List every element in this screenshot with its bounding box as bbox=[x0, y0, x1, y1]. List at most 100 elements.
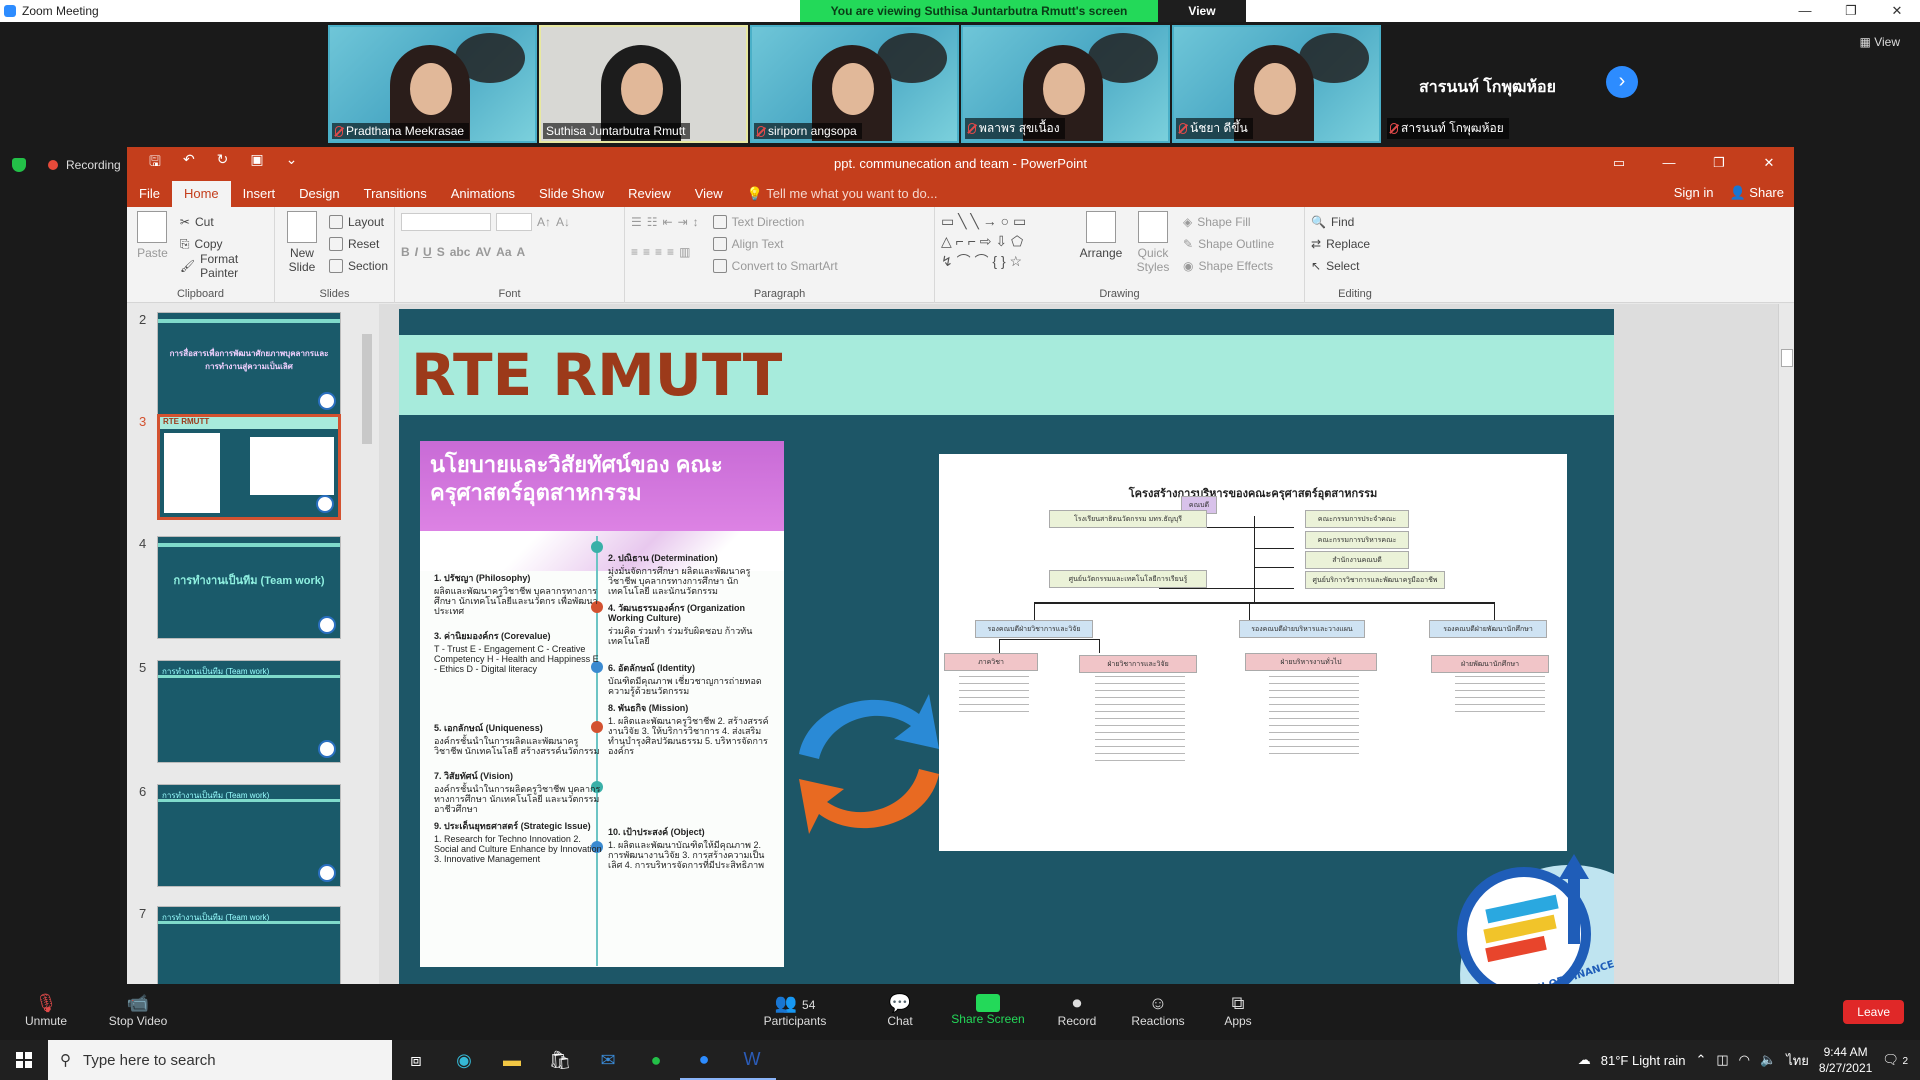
increase-font-icon[interactable]: A↑ bbox=[537, 215, 551, 229]
view-options-button[interactable]: View Options ⌄ bbox=[1158, 0, 1246, 40]
ribbon-display-icon[interactable]: ▭ bbox=[1594, 147, 1644, 179]
participant-tile-no-video[interactable]: สารนนท์ โกพุฒห้อย สารนนท์ โกพุฒห้อย bbox=[1383, 25, 1592, 143]
line-app-icon[interactable]: ● bbox=[632, 1040, 680, 1080]
store-icon[interactable]: 🛍 bbox=[536, 1040, 584, 1080]
taskbar-search[interactable]: ⚲ Type here to search bbox=[48, 1040, 392, 1080]
tab-slide-show[interactable]: Slide Show bbox=[527, 181, 616, 207]
start-button[interactable] bbox=[0, 1040, 48, 1080]
task-view-icon[interactable]: ⧈ bbox=[392, 1040, 440, 1080]
decrease-font-icon[interactable]: A↓ bbox=[556, 215, 570, 229]
select-button[interactable]: ↖ Select bbox=[1311, 255, 1399, 277]
tab-file[interactable]: File bbox=[127, 181, 172, 207]
participant-tile[interactable]: siriporn angsopa bbox=[750, 25, 959, 143]
participant-tile-active-speaker[interactable]: Suthisa Juntarbutra Rmutt bbox=[539, 25, 748, 143]
shadow-icon[interactable]: S bbox=[437, 245, 445, 259]
strikethrough-icon[interactable]: abc bbox=[450, 245, 471, 259]
shape-effects-button[interactable]: ◉ Shape Effects bbox=[1183, 255, 1274, 277]
shapes-gallery[interactable]: ▭ ╲ ╲ → ○ ▭ △ ⌐ ⌐ ⇨ ⇩ ⬠ ↯ ⌒ ⌒ { } ☆ bbox=[941, 211, 1071, 275]
section-button[interactable]: Section bbox=[328, 255, 388, 277]
font-name-box[interactable] bbox=[401, 213, 491, 231]
notification-icon[interactable]: 🗨 2 bbox=[1882, 1052, 1908, 1068]
align-text-button[interactable]: Align Text bbox=[712, 233, 838, 255]
wifi-icon[interactable]: ◠ bbox=[1739, 1052, 1750, 1068]
next-page-arrow-icon[interactable]: › bbox=[1606, 66, 1638, 98]
share-screen-button[interactable]: Share Screen bbox=[948, 992, 1028, 1026]
bold-icon[interactable]: B bbox=[401, 245, 410, 259]
minimize-icon[interactable]: — bbox=[1644, 147, 1694, 179]
apps-button[interactable]: ⧉ Apps bbox=[1198, 992, 1278, 1028]
participant-tile[interactable]: พลาพร สุขเนื้อง bbox=[961, 25, 1170, 143]
font-color-icon[interactable]: A bbox=[517, 245, 526, 259]
italic-icon[interactable]: I bbox=[415, 245, 418, 259]
tab-insert[interactable]: Insert bbox=[231, 181, 288, 207]
input-language[interactable]: ไทย bbox=[1786, 1050, 1809, 1071]
minimize-icon[interactable]: — bbox=[1782, 0, 1828, 22]
thumbnail-scrollbar[interactable] bbox=[359, 304, 375, 985]
slide-thumbnail-selected[interactable]: RTE RMUTT bbox=[157, 414, 341, 520]
restore-icon[interactable]: ❐ bbox=[1694, 147, 1744, 179]
quick-styles-button[interactable]: Quick Styles bbox=[1131, 211, 1175, 277]
font-size-box[interactable] bbox=[496, 213, 532, 231]
view-button[interactable]: ▦ View bbox=[1860, 35, 1900, 49]
network-icon[interactable]: ◫ bbox=[1716, 1052, 1728, 1068]
arrange-button[interactable]: Arrange bbox=[1079, 211, 1123, 277]
tab-view[interactable]: View bbox=[683, 181, 735, 207]
slide-thumbnail[interactable]: การสื่อสารเพื่อการพัฒนาศักยภาพบุคลากรและ… bbox=[157, 312, 341, 415]
file-explorer-icon[interactable]: ▬ bbox=[488, 1040, 536, 1080]
shape-outline-button[interactable]: ✎ Shape Outline bbox=[1183, 233, 1274, 255]
spacing-icon[interactable]: AV bbox=[475, 245, 491, 259]
layout-button[interactable]: Layout bbox=[328, 211, 388, 233]
current-slide[interactable]: RTE RMUTT นโยบายและวิสัยทัศน์ของ คณะครุศ… bbox=[399, 309, 1614, 985]
change-case-icon[interactable]: Aa bbox=[496, 245, 511, 259]
slide-thumbnail[interactable]: การทำงานเป็นทีม (Team work) bbox=[157, 660, 341, 763]
stop-video-button[interactable]: 📹 Stop Video bbox=[98, 992, 178, 1028]
leave-button[interactable]: Leave bbox=[1843, 1000, 1904, 1024]
slide-thumbnail[interactable]: การทำงานเป็นทีม (Team work) bbox=[157, 906, 341, 985]
word-app-icon[interactable]: W bbox=[728, 1040, 776, 1080]
paste-button[interactable]: Paste bbox=[133, 211, 172, 277]
unmute-button[interactable]: 🎙 Unmute bbox=[6, 992, 86, 1028]
tab-design[interactable]: Design bbox=[287, 181, 351, 207]
record-button[interactable]: ⏺ Record bbox=[1037, 992, 1117, 1028]
edge-browser-icon[interactable]: ◉ bbox=[440, 1040, 488, 1080]
participant-tile[interactable]: น้ชยา ดีขึ้น bbox=[1172, 25, 1381, 143]
speaker-icon[interactable]: 🔈 bbox=[1760, 1052, 1776, 1068]
align-row[interactable]: ≡ ≡ ≡ ≡ ▥ bbox=[631, 241, 699, 263]
restore-icon[interactable]: ❐ bbox=[1828, 0, 1874, 22]
participants-button[interactable]: 👥 54 Participants bbox=[755, 992, 835, 1028]
sign-in-link[interactable]: Sign in bbox=[1674, 179, 1714, 207]
text-direction-button[interactable]: Text Direction bbox=[712, 211, 838, 233]
participant-tile[interactable]: Pradthana Meekrasae bbox=[328, 25, 537, 143]
close-icon[interactable]: ✕ bbox=[1874, 0, 1920, 22]
weather-icon[interactable]: ☁ bbox=[1578, 1052, 1591, 1068]
tell-me-search[interactable]: 💡 Tell me what you want to do... bbox=[735, 181, 950, 207]
chat-button[interactable]: 💬 Chat bbox=[860, 992, 940, 1028]
underline-icon[interactable]: U bbox=[423, 245, 432, 259]
slide-scrollbar[interactable] bbox=[1778, 304, 1794, 985]
new-slide-button[interactable]: New Slide bbox=[281, 211, 323, 277]
tab-review[interactable]: Review bbox=[616, 181, 683, 207]
reactions-button[interactable]: ☺ Reactions bbox=[1118, 992, 1198, 1028]
share-button[interactable]: 👤 Share bbox=[1729, 179, 1784, 207]
taskbar-clock[interactable]: 9:44 AM 8/27/2021 bbox=[1819, 1044, 1872, 1076]
slide-thumbnail[interactable]: การทำงานเป็นทีม (Team work) bbox=[157, 784, 341, 887]
slide-thumbnail[interactable]: การทำงานเป็นทีม (Team work) bbox=[157, 536, 341, 639]
zoom-app-icon[interactable]: ● bbox=[680, 1040, 728, 1080]
tab-home[interactable]: Home bbox=[171, 181, 231, 207]
policy-vision-poster[interactable]: นโยบายและวิสัยทัศน์ของ คณะครุศาสตร์อุตสา… bbox=[420, 441, 784, 967]
tab-transitions[interactable]: Transitions bbox=[352, 181, 439, 207]
weather-text[interactable]: 81°F Light rain bbox=[1601, 1053, 1686, 1068]
chevron-up-icon[interactable]: ⌃ bbox=[1695, 1052, 1706, 1068]
replace-button[interactable]: ⇄ Replace bbox=[1311, 233, 1399, 255]
reset-button[interactable]: Reset bbox=[328, 233, 388, 255]
org-chart[interactable]: โครงสร้างการบริหารของคณะครุศาสตร์อุตสาหก… bbox=[939, 454, 1567, 851]
cycle-arrows-icon[interactable] bbox=[789, 664, 949, 864]
slide-title[interactable]: RTE RMUTT bbox=[411, 341, 782, 409]
bullets-row[interactable]: ☰ ☷ ⇤ ⇥ ↕ bbox=[631, 211, 699, 233]
convert-smartart-button[interactable]: Convert to SmartArt bbox=[712, 255, 838, 277]
cut-button[interactable]: ✂ Cut bbox=[180, 211, 268, 233]
tab-animations[interactable]: Animations bbox=[439, 181, 527, 207]
shape-fill-button[interactable]: ◈ Shape Fill bbox=[1183, 211, 1274, 233]
format-painter-button[interactable]: 🖌 Format Painter bbox=[180, 252, 268, 280]
find-button[interactable]: 🔍 Find bbox=[1311, 211, 1399, 233]
